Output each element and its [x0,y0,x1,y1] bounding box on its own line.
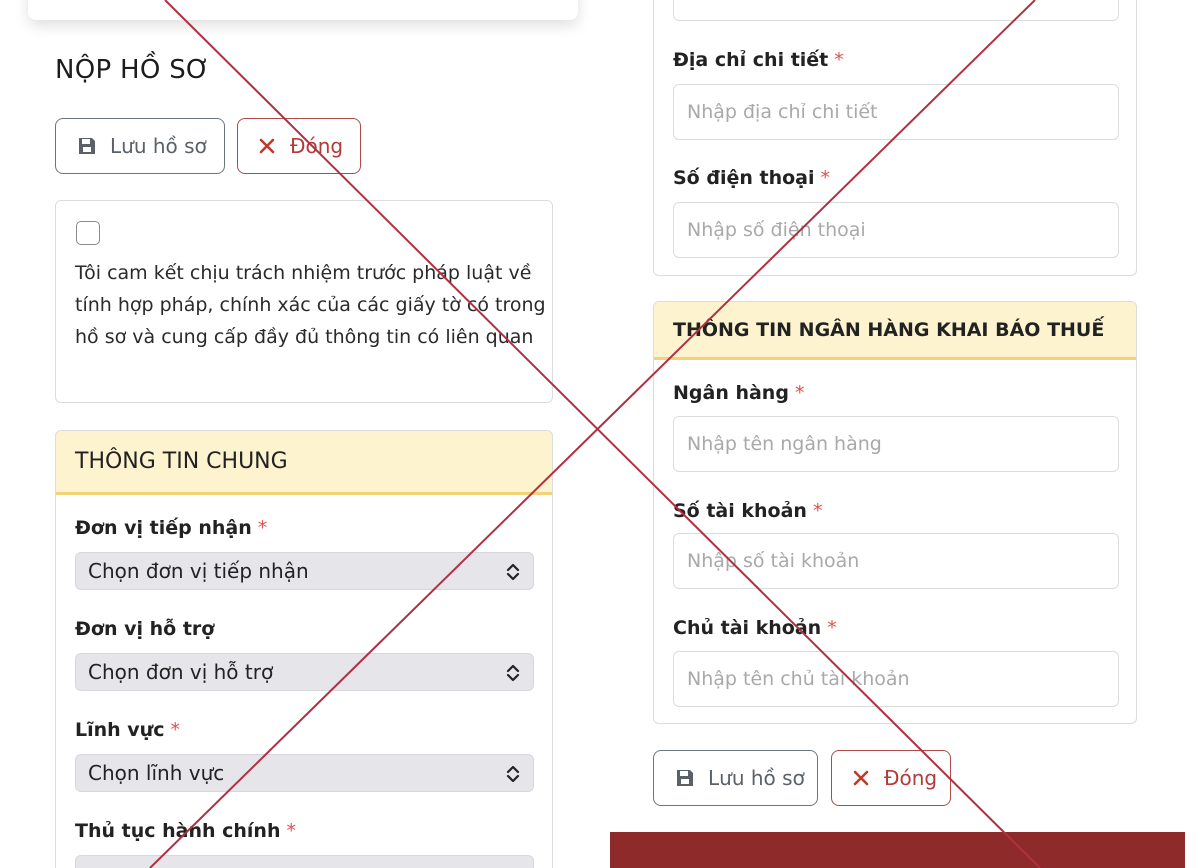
close-icon [256,135,278,157]
field-label-phone: Số điện thoại * [673,167,830,189]
bank-info-header: THÔNG TIN NGÂN HÀNG KHAI BÁO THUẾ [654,302,1136,360]
alert-bar [610,832,1185,868]
commitment-text: Tôi cam kết chịu trách nhiệm trước pháp … [75,262,546,348]
receiving-unit-select[interactable]: Chọn đơn vị tiếp nhận [75,552,534,590]
support-unit-select[interactable]: Chọn đơn vị hỗ trợ [75,653,534,691]
contact-card: Địa chỉ chi tiết * Nhập địa chỉ chi tiết … [653,0,1137,276]
top-card [28,0,578,20]
commitment-card: Tôi cam kết chịu trách nhiệm trước pháp … [55,200,553,403]
close-button[interactable]: Đóng [237,118,361,174]
bank-info-card: THÔNG TIN NGÂN HÀNG KHAI BÁO THUẾ Ngân h… [653,301,1137,724]
account-holder-input[interactable]: Nhập tên chủ tài khoản [673,651,1119,707]
phone-input[interactable]: Nhập số điện thoại [673,202,1119,258]
save-button[interactable]: Lưu hồ sơ [55,118,225,174]
field-label-receiving-unit: Đơn vị tiếp nhận * [75,517,268,539]
field-label-procedure: Thủ tục hành chính * [75,820,296,842]
commitment-checkbox[interactable] [76,221,100,245]
chevron-updown-icon [506,664,520,682]
save-icon [76,135,98,157]
field-label-bank: Ngân hàng * [673,382,805,404]
field-label-account-number: Số tài khoản * [673,500,823,522]
chevron-updown-icon [506,765,520,783]
page-title: NỘP HỒ SƠ [55,55,211,85]
address-input[interactable]: Nhập địa chỉ chi tiết [673,84,1119,140]
account-number-input[interactable]: Nhập số tài khoản [673,533,1119,589]
save-button-bottom[interactable]: Lưu hồ sơ [653,750,818,806]
field-label-field: Lĩnh vực * [75,719,180,741]
save-icon [674,767,696,789]
bank-name-input[interactable]: Nhập tên ngân hàng [673,416,1119,472]
save-button-label: Lưu hồ sơ [110,134,207,158]
procedure-select[interactable] [75,855,534,868]
save-button-label: Lưu hồ sơ [708,766,805,790]
close-button-label: Đóng [884,766,938,790]
general-info-header: THÔNG TIN CHUNG [56,431,552,495]
close-button-bottom[interactable]: Đóng [831,750,951,806]
close-button-label: Đóng [290,134,344,158]
general-info-card: THÔNG TIN CHUNG Đơn vị tiếp nhận * Chọn đ… [55,430,553,868]
chevron-updown-icon [506,563,520,581]
field-label-account-holder: Chủ tài khoản * [673,617,837,639]
field-select[interactable]: Chọn lĩnh vực [75,754,534,792]
field-label-address: Địa chỉ chi tiết * [673,49,844,71]
user-name-input[interactable] [673,0,1119,21]
field-label-support-unit: Đơn vị hỗ trợ [75,618,215,640]
close-icon [850,767,872,789]
